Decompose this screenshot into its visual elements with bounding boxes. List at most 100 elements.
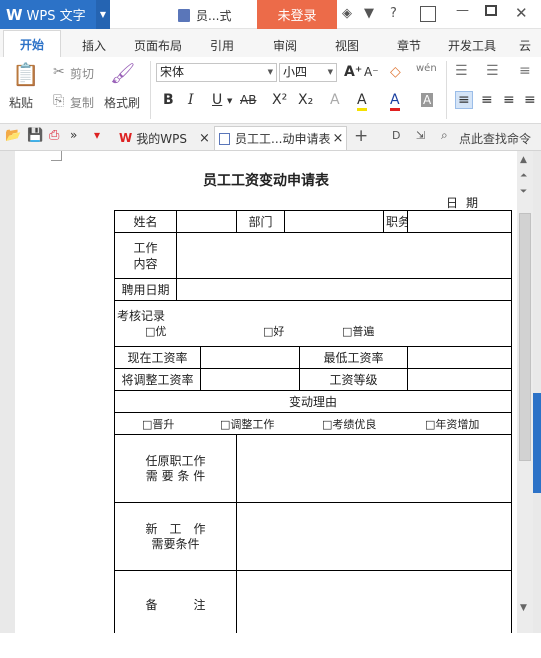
pinyin-icon[interactable]: wén bbox=[416, 63, 437, 74]
font-color-button[interactable]: A bbox=[390, 92, 400, 111]
command-search[interactable]: 点此查找命令 bbox=[459, 130, 531, 147]
close-icon[interactable]: ✕ bbox=[515, 4, 528, 22]
strikethrough-button[interactable]: AB bbox=[240, 93, 256, 107]
checkbox-excellent[interactable]: □优 bbox=[145, 323, 166, 339]
cut-button[interactable]: 剪切 bbox=[70, 65, 94, 82]
dept-value-cell[interactable] bbox=[284, 210, 384, 233]
document-icon bbox=[219, 132, 230, 145]
login-button[interactable]: 未登录 bbox=[257, 0, 337, 29]
skin-icon[interactable]: ◈ bbox=[342, 6, 352, 21]
pdf-icon[interactable]: ⎙ bbox=[49, 128, 59, 143]
clear-format-icon[interactable]: ◇ bbox=[390, 64, 401, 80]
remarks-cell[interactable] bbox=[236, 570, 512, 633]
page-down-icon[interactable]: ⏷ bbox=[520, 187, 527, 197]
checkbox-job-adjust[interactable]: □调整工作 bbox=[220, 416, 274, 432]
checkbox-good[interactable]: □好 bbox=[263, 323, 284, 339]
tab-view[interactable]: 视图 bbox=[335, 37, 359, 54]
shrink-font-icon[interactable]: A⁻ bbox=[364, 65, 379, 79]
format-painter-button[interactable]: 格式刷 bbox=[104, 94, 140, 111]
chevron-down-icon[interactable]: ▾ bbox=[94, 128, 100, 142]
scissors-icon[interactable]: ✂ bbox=[53, 64, 65, 80]
name-value-cell[interactable] bbox=[176, 210, 237, 233]
page-up-icon[interactable]: ⏶ bbox=[520, 171, 527, 181]
tab-mywps[interactable]: W 我的WPS × bbox=[115, 126, 213, 150]
grow-font-icon[interactable]: A⁺ bbox=[344, 64, 362, 80]
current-salary-cell[interactable] bbox=[200, 346, 300, 369]
text-effect-button[interactable]: A bbox=[330, 92, 340, 108]
align-right-icon[interactable]: ≡ bbox=[503, 92, 515, 108]
job-content-cell[interactable] bbox=[176, 232, 512, 279]
bold-button[interactable]: B bbox=[163, 92, 174, 108]
chevron-down-icon[interactable]: ▼ bbox=[227, 97, 232, 105]
app-menu-button[interactable]: W WPS 文字 ▼ bbox=[0, 0, 110, 29]
d-icon[interactable]: D bbox=[392, 129, 400, 142]
scroll-up-icon[interactable]: ▲ bbox=[520, 155, 527, 165]
chevron-down-icon[interactable]: ▼ bbox=[96, 0, 110, 29]
align-center-icon[interactable]: ≡ bbox=[481, 92, 493, 108]
tab-document[interactable]: 员工工...动申请表 × bbox=[214, 126, 347, 150]
subscript-button[interactable]: X₂ bbox=[298, 92, 313, 108]
plus-icon[interactable]: + bbox=[354, 126, 368, 146]
font-name-select[interactable]: 宋体 ▼ bbox=[156, 63, 277, 82]
highlight-button[interactable]: A bbox=[357, 92, 367, 111]
scroll-down-icon[interactable]: ▼ bbox=[520, 603, 527, 613]
tab-review[interactable]: 审阅 bbox=[273, 37, 297, 54]
margin-mark bbox=[61, 151, 62, 160]
hire-date-cell[interactable] bbox=[176, 278, 512, 301]
underline-button[interactable]: U bbox=[212, 92, 222, 108]
date-label: 日期 bbox=[446, 196, 487, 210]
paste-icon[interactable]: 📋 bbox=[12, 63, 39, 88]
paste-button[interactable]: 粘贴 bbox=[9, 94, 33, 111]
side-panel-handle[interactable] bbox=[533, 393, 541, 493]
tab-section[interactable]: 章节 bbox=[397, 37, 421, 54]
dept-label: 部门 bbox=[236, 210, 285, 233]
tab-references[interactable]: 引用 bbox=[210, 37, 234, 54]
bullet-list-icon[interactable]: ☰ bbox=[455, 63, 468, 79]
assessment-label: 考核记录 bbox=[117, 309, 166, 323]
document-page[interactable]: 员工工资变动申请表 日期 姓名 部门 职务 工作内容 聘用日期 bbox=[15, 151, 517, 633]
maximize-icon[interactable] bbox=[485, 5, 497, 16]
font-size-select[interactable]: 小四 ▼ bbox=[279, 63, 337, 82]
copy-button[interactable]: 复制 bbox=[70, 94, 94, 111]
align-left-icon[interactable]: ≡ bbox=[455, 91, 473, 109]
save-icon[interactable]: 💾 bbox=[27, 128, 43, 143]
min-salary-cell[interactable] bbox=[407, 346, 512, 369]
tab-developer[interactable]: 开发工具 bbox=[448, 37, 496, 54]
minimize-icon[interactable]: — bbox=[456, 3, 469, 18]
checkbox-seniority[interactable]: □年资增加 bbox=[425, 416, 479, 432]
tab-cloud[interactable]: 云 bbox=[519, 37, 531, 54]
char-shading-button[interactable]: A bbox=[421, 93, 434, 107]
window-doc-title[interactable]: 员...式 bbox=[178, 7, 231, 24]
folder-icon[interactable]: 📂 bbox=[5, 128, 21, 143]
close-icon[interactable]: × bbox=[199, 131, 210, 146]
share-icon[interactable]: ⇲ bbox=[416, 129, 425, 142]
tab-page-layout[interactable]: 页面布局 bbox=[134, 37, 182, 54]
tab-home[interactable]: 开始 bbox=[3, 30, 61, 57]
italic-button[interactable]: I bbox=[188, 92, 194, 108]
checkbox-performance[interactable]: □考绩优良 bbox=[322, 416, 376, 432]
search-icon[interactable]: ⌕ bbox=[441, 128, 448, 143]
position-value-cell[interactable] bbox=[407, 210, 512, 233]
adjusted-salary-cell[interactable] bbox=[200, 368, 300, 391]
restore-panel-icon[interactable] bbox=[420, 6, 436, 22]
salary-grade-cell[interactable] bbox=[407, 368, 512, 391]
justify-icon[interactable]: ≡ bbox=[524, 92, 536, 108]
checkbox-promotion[interactable]: □晋升 bbox=[142, 416, 174, 432]
new-job-req-cell[interactable] bbox=[236, 502, 512, 571]
superscript-button[interactable]: X² bbox=[272, 92, 287, 108]
scrollbar-thumb[interactable] bbox=[519, 213, 531, 461]
orig-job-req-cell[interactable] bbox=[236, 434, 512, 503]
tab-insert[interactable]: 插入 bbox=[82, 37, 106, 54]
more-icon[interactable]: » bbox=[70, 128, 77, 142]
chevron-down-icon: ▼ bbox=[267, 68, 273, 76]
close-icon[interactable]: × bbox=[332, 131, 343, 146]
copy-icon[interactable]: ⎘ bbox=[53, 93, 64, 109]
indent-icon[interactable]: ≡ bbox=[519, 63, 531, 79]
vertical-scrollbar[interactable]: ▲ ⏶ ⏷ ▼ bbox=[517, 151, 533, 633]
shirt-icon[interactable]: ▼ bbox=[364, 6, 374, 21]
checkbox-average[interactable]: □普遍 bbox=[342, 323, 374, 339]
brush-icon[interactable]: 🖌 bbox=[110, 61, 135, 85]
help-icon[interactable]: ? bbox=[390, 6, 397, 21]
numbered-list-icon[interactable]: ☰ bbox=[486, 63, 499, 79]
assessment-cell[interactable]: 考核记录 □优 □好 □普遍 bbox=[114, 300, 512, 347]
